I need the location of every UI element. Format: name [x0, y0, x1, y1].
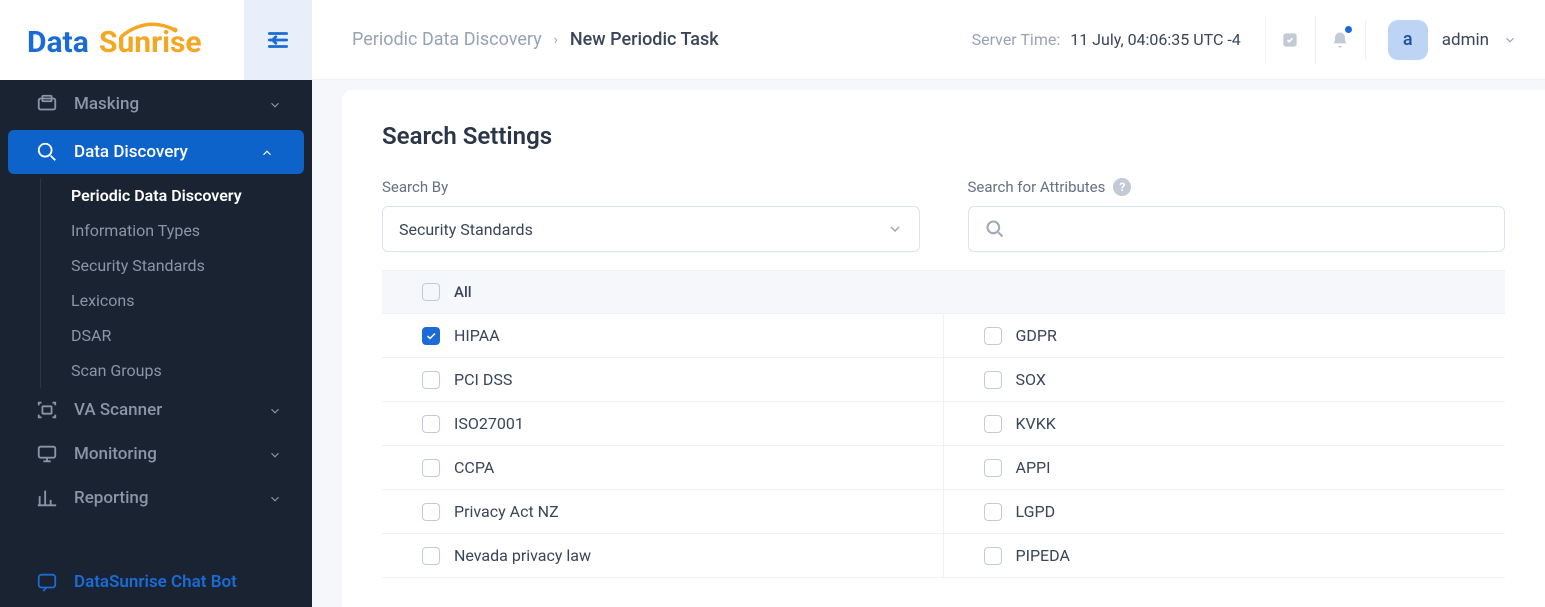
breadcrumb-current: New Periodic Task [570, 29, 719, 50]
help-icon[interactable]: ? [1113, 178, 1131, 196]
attributes-label: Search for Attributes ? [968, 178, 1506, 196]
sidebar-item-label: VA Scanner [74, 400, 162, 420]
chevron-up-icon [260, 145, 274, 159]
standard-label: Privacy Act NZ [454, 502, 559, 521]
table-row[interactable]: GDPR [944, 314, 1506, 358]
tasks-button[interactable] [1265, 16, 1315, 64]
checkbox[interactable] [422, 503, 440, 521]
standard-label: ISO27001 [454, 414, 524, 433]
subnav-information-types[interactable]: Information Types [41, 213, 312, 248]
chevron-down-icon [1503, 33, 1517, 47]
checkbox[interactable] [422, 547, 440, 565]
standard-label: PCI DSS [454, 370, 512, 389]
attributes-search-input[interactable] [1015, 220, 1489, 239]
table-row[interactable]: PCI DSS [382, 358, 944, 402]
standard-label: APPI [1016, 458, 1051, 477]
server-time-label: Server Time: [972, 30, 1061, 49]
chart-icon [36, 487, 58, 509]
standard-label: LGPD [1016, 502, 1056, 521]
notification-dot [1345, 26, 1352, 33]
sidebar-item-data-discovery[interactable]: Data Discovery [8, 130, 304, 174]
checkbox[interactable] [984, 459, 1002, 477]
brand-logo[interactable]: Data Sunrise [0, 0, 244, 80]
attributes-search[interactable] [968, 206, 1506, 252]
sidebar-item-label: Masking [74, 94, 139, 114]
sidebar-item-monitoring[interactable]: Monitoring [0, 432, 312, 476]
all-label: All [454, 283, 472, 301]
standard-label: PIPEDA [1016, 546, 1070, 565]
chatbot-button[interactable]: DataSunrise Chat Bot [0, 557, 312, 607]
table-row[interactable]: PIPEDA [944, 534, 1506, 578]
checkbox[interactable] [984, 503, 1002, 521]
checkbox[interactable] [984, 371, 1002, 389]
table-row[interactable]: HIPAA [382, 314, 944, 358]
username: admin [1442, 30, 1489, 50]
chatbot-label: DataSunrise Chat Bot [74, 572, 237, 592]
subnav-lexicons[interactable]: Lexicons [41, 283, 312, 318]
checkbox[interactable] [984, 415, 1002, 433]
standard-label: HIPAA [454, 326, 500, 345]
sidebar-item-reporting[interactable]: Reporting [0, 476, 312, 520]
monitor-icon [36, 443, 58, 465]
sidebar-collapse-button[interactable] [244, 0, 312, 80]
chevron-down-icon [887, 221, 903, 237]
server-time-value: 11 July, 04:06:35 UTC -4 [1070, 30, 1241, 49]
breadcrumb-parent[interactable]: Periodic Data Discovery [352, 29, 542, 50]
breadcrumb-separator: › [554, 32, 558, 48]
search-by-label: Search By [382, 178, 920, 196]
sidebar-item-label: Monitoring [74, 444, 157, 464]
sidebar-item-label: Reporting [74, 488, 149, 508]
subnav-dsar[interactable]: DSAR [41, 318, 312, 353]
user-menu[interactable]: a admin [1365, 20, 1517, 60]
page-title: Search Settings [382, 122, 1505, 150]
table-row[interactable]: CCPA [382, 446, 944, 490]
sidebar-item-va-scanner[interactable]: VA Scanner [0, 388, 312, 432]
table-row[interactable]: ISO27001 [382, 402, 944, 446]
checkbox[interactable] [422, 459, 440, 477]
search-icon [36, 141, 58, 163]
svg-text:Sunrise: Sunrise [99, 25, 202, 60]
search-by-select[interactable]: Security Standards [382, 206, 920, 252]
standard-label: Nevada privacy law [454, 546, 591, 565]
notifications-button[interactable] [1315, 16, 1365, 64]
table-row[interactable]: Nevada privacy law [382, 534, 944, 578]
search-icon [985, 219, 1005, 239]
standard-label: CCPA [454, 458, 494, 477]
sidebar-item-label: Data Discovery [74, 142, 188, 162]
chat-icon [36, 571, 58, 593]
subnav-periodic-discovery[interactable]: Periodic Data Discovery [41, 178, 312, 213]
sidebar-item-masking[interactable]: Masking [0, 82, 312, 126]
chevron-down-icon [268, 403, 282, 417]
scanner-icon [36, 399, 58, 421]
svg-text:Data: Data [27, 25, 89, 60]
subnav-security-standards[interactable]: Security Standards [41, 248, 312, 283]
table-header-all[interactable]: All [382, 271, 1505, 314]
standard-label: GDPR [1016, 326, 1057, 345]
table-row[interactable]: Privacy Act NZ [382, 490, 944, 534]
checkbox[interactable] [984, 547, 1002, 565]
checkbox-all[interactable] [422, 283, 440, 301]
breadcrumb: Periodic Data Discovery › New Periodic T… [352, 29, 719, 50]
subnav-scan-groups[interactable]: Scan Groups [41, 353, 312, 388]
standard-label: SOX [1016, 370, 1046, 389]
table-row[interactable]: KVKK [944, 402, 1506, 446]
server-time: Server Time: 11 July, 04:06:35 UTC -4 [972, 30, 1241, 49]
table-row[interactable]: SOX [944, 358, 1506, 402]
checkbox[interactable] [422, 327, 440, 345]
masking-icon [36, 93, 58, 115]
chevron-down-icon [268, 97, 282, 111]
chevron-down-icon [268, 491, 282, 505]
table-row[interactable]: APPI [944, 446, 1506, 490]
checkbox[interactable] [422, 371, 440, 389]
chevron-down-icon [268, 447, 282, 461]
checkbox[interactable] [422, 415, 440, 433]
avatar: a [1388, 20, 1428, 60]
table-row[interactable]: LGPD [944, 490, 1506, 534]
select-value: Security Standards [399, 220, 533, 239]
checkbox[interactable] [984, 327, 1002, 345]
standard-label: KVKK [1016, 414, 1056, 433]
